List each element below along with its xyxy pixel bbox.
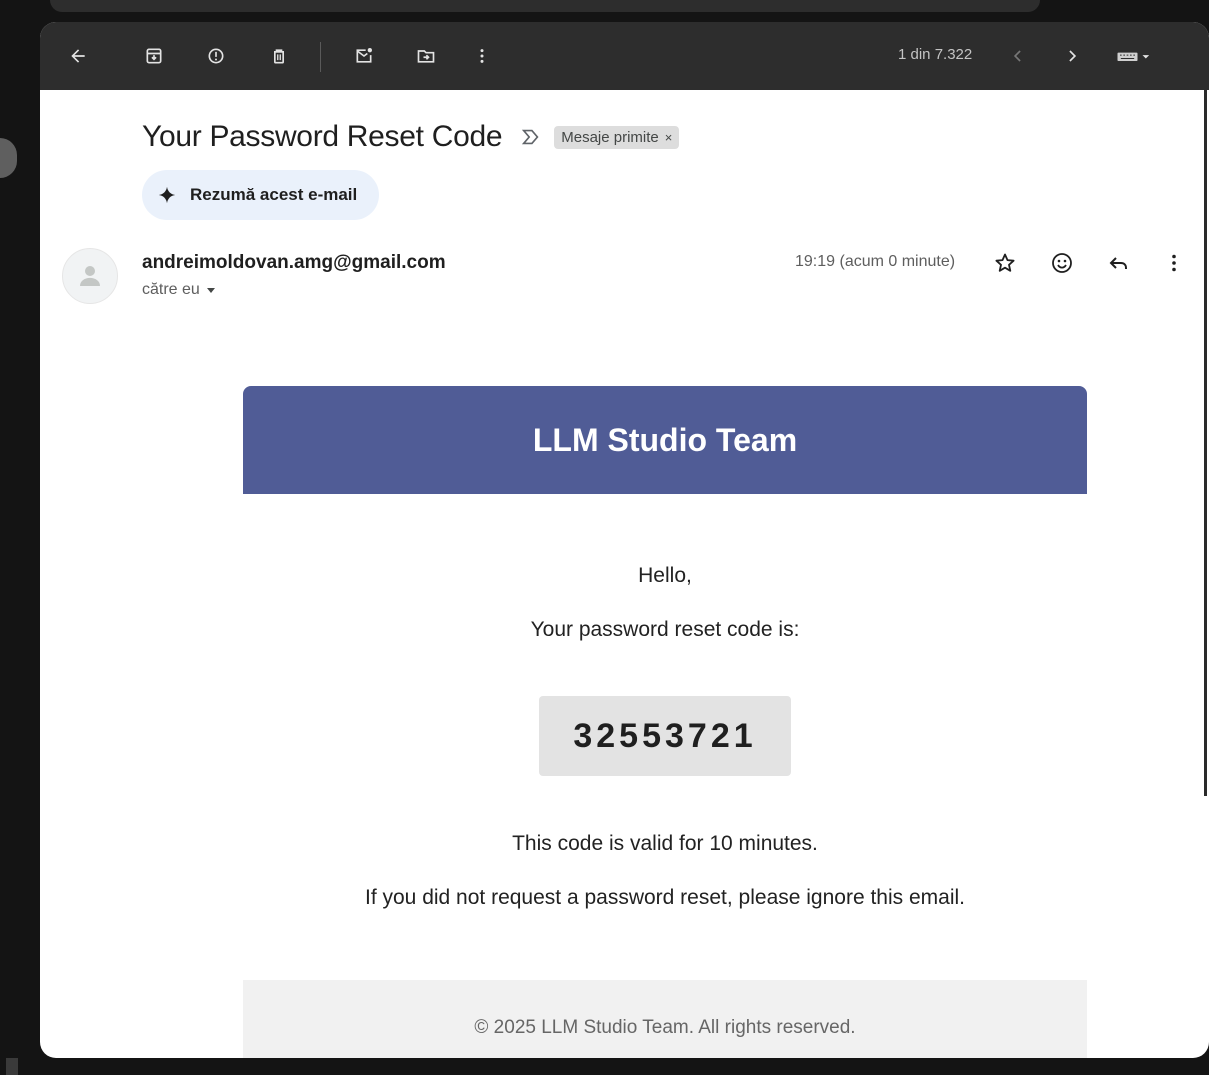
- message-toolbar: 1 din 7.322: [40, 22, 1209, 90]
- input-tools-keyboard-icon[interactable]: [1112, 44, 1158, 68]
- email-header-title: LLM Studio Team: [532, 421, 798, 458]
- importance-marker-icon[interactable]: [520, 126, 542, 148]
- browser-top-strip: [50, 0, 1040, 12]
- summarize-email-button[interactable]: Rezumă acest e-mail: [142, 170, 380, 220]
- more-vert-icon[interactable]: [470, 44, 494, 68]
- email-body: Hello, Your password reset code is: 3255…: [243, 564, 1087, 910]
- recipient-label: către eu: [142, 281, 200, 298]
- move-to-icon[interactable]: [414, 44, 438, 68]
- scrollbar[interactable]: [1204, 90, 1207, 796]
- left-edge-stub: [6, 1058, 18, 1075]
- greeting-text: Hello,: [638, 564, 692, 587]
- subject-row: Your Password Reset Code Mesaje primite …: [142, 120, 680, 154]
- inbox-label-chip: Mesaje primite ×: [554, 125, 680, 149]
- mark-unread-icon[interactable]: [352, 44, 376, 68]
- caret-down-icon: [206, 288, 215, 293]
- sparkle-icon: [158, 186, 176, 204]
- star-icon[interactable]: [992, 250, 1018, 276]
- older-chevron-icon[interactable]: [1006, 44, 1030, 68]
- validity-text: This code is valid for 10 minutes.: [512, 832, 818, 855]
- message-more-icon[interactable]: [1161, 250, 1187, 276]
- remove-label-button[interactable]: ×: [665, 130, 673, 145]
- person-icon: [80, 266, 100, 286]
- sender-email[interactable]: andreimoldovan.amg@gmail.com: [142, 252, 446, 274]
- summarize-label: Rezumă acest e-mail: [190, 185, 358, 204]
- email-header-banner: LLM Studio Team: [243, 386, 1087, 494]
- report-spam-icon[interactable]: [204, 44, 228, 68]
- recipient-details-toggle[interactable]: către eu: [142, 281, 216, 299]
- pager-count: 1 din 7.322: [898, 46, 973, 63]
- intro-text: Your password reset code is:: [530, 618, 800, 641]
- sender-avatar[interactable]: [62, 248, 118, 304]
- back-arrow-icon[interactable]: [66, 44, 90, 68]
- inbox-label-text: Mesaje primite: [561, 128, 659, 146]
- footer-copyright: © 2025 LLM Studio Team. All rights reser…: [474, 1017, 856, 1038]
- emoji-reaction-icon[interactable]: [1049, 250, 1075, 276]
- newer-chevron-icon[interactable]: [1060, 44, 1084, 68]
- message-subject: Your Password Reset Code: [142, 120, 503, 153]
- mail-window: 1 din 7.322 Your Password Reset Code Mes…: [40, 22, 1209, 1058]
- archive-icon[interactable]: [142, 44, 166, 68]
- toolbar-separator: [320, 42, 321, 72]
- ignore-note-text: If you did not request a password reset,…: [365, 886, 965, 909]
- email-content: LLM Studio Team Hello, Your password res…: [243, 386, 1087, 1058]
- message-time: 19:19 (acum 0 minute): [795, 253, 956, 270]
- side-panel-handle[interactable]: [0, 138, 17, 178]
- email-footer: © 2025 LLM Studio Team. All rights reser…: [243, 980, 1087, 1058]
- reset-code: 32553721: [539, 696, 791, 776]
- reply-icon[interactable]: [1106, 250, 1132, 276]
- trash-icon[interactable]: [267, 44, 291, 68]
